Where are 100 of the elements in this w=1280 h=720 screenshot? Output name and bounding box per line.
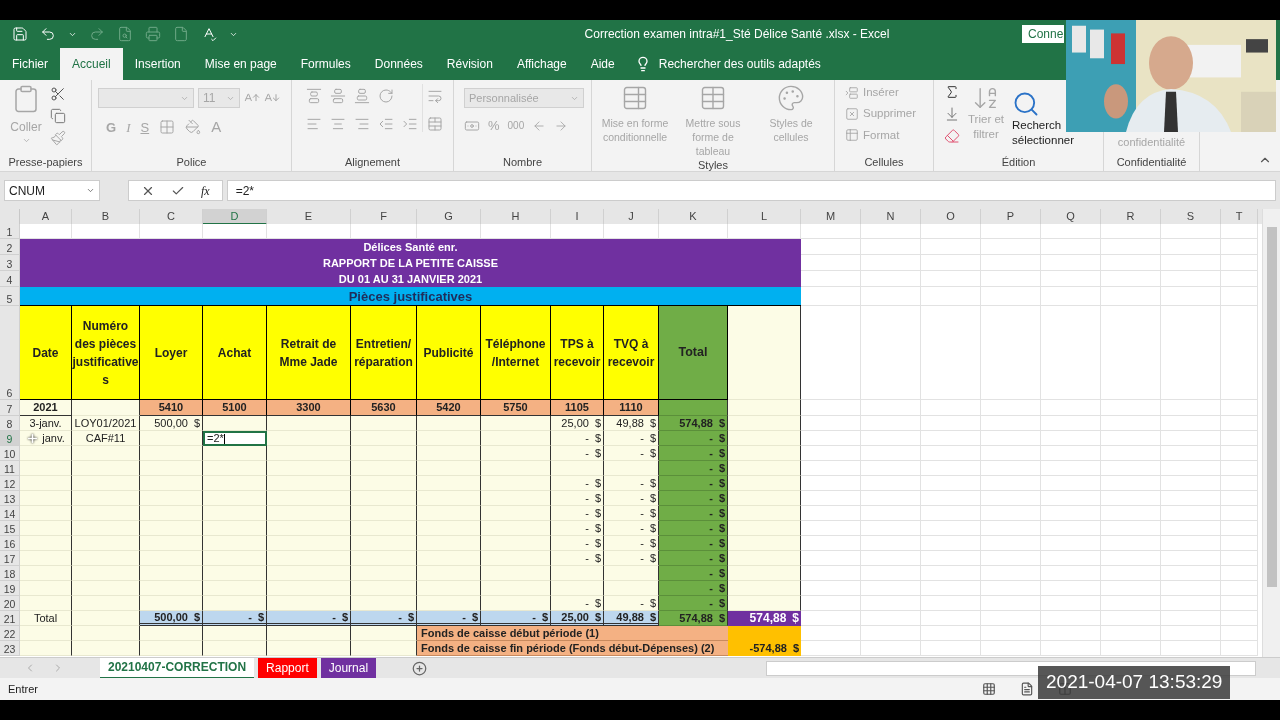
row-number[interactable]: 14: [0, 506, 20, 521]
row-number[interactable]: 13: [0, 491, 20, 506]
ribbon-tab[interactable]: Révision: [434, 48, 505, 80]
increase-decimal-icon[interactable]: [532, 118, 547, 133]
column-heading: Publicité: [417, 306, 481, 400]
spell-check-icon[interactable]: [201, 26, 217, 42]
cut-icon[interactable]: [50, 86, 66, 102]
redo-icon[interactable]: [89, 26, 105, 42]
ribbon-tab[interactable]: Insertion: [122, 48, 193, 80]
row-number[interactable]: 12: [0, 476, 20, 491]
table-cell: [351, 446, 417, 461]
add-sheet-icon[interactable]: [412, 660, 428, 676]
row-number[interactable]: 2: [0, 239, 20, 255]
normal-view-icon[interactable]: [982, 682, 996, 696]
row-number[interactable]: 18: [0, 566, 20, 581]
connect-button[interactable]: Conne: [1022, 25, 1064, 43]
caret-icon: [21, 136, 31, 145]
print-icon[interactable]: [145, 26, 161, 42]
row-number[interactable]: 15: [0, 521, 20, 536]
wrap-text-icon[interactable]: [427, 88, 443, 104]
sheet-tab[interactable]: Journal: [320, 657, 377, 679]
font-name-field[interactable]: [98, 88, 194, 108]
fill-color-icon[interactable]: [185, 119, 202, 136]
fill-icon[interactable]: [944, 106, 960, 122]
amount-cell: - $: [604, 476, 659, 491]
row-number[interactable]: 21: [0, 611, 20, 626]
row-number[interactable]: 17: [0, 551, 20, 566]
new-file-icon[interactable]: [173, 26, 189, 42]
amount-cell: - $: [604, 506, 659, 521]
table-cell: [140, 626, 203, 641]
sum-cell: 49,88 $: [604, 611, 659, 626]
table-cell: [140, 461, 203, 476]
tell-me-field[interactable]: Rechercher des outils adaptés: [658, 55, 821, 73]
table-cell: [417, 476, 481, 491]
column-heading: Numéro des pièces justificatives: [72, 306, 140, 400]
borders-icon[interactable]: [159, 119, 176, 136]
increase-indent-icon[interactable]: [402, 116, 418, 132]
row-number[interactable]: 4: [0, 271, 20, 287]
undo-icon[interactable]: [40, 26, 56, 42]
table-cell: [351, 551, 417, 566]
eraser-icon[interactable]: [944, 128, 960, 144]
find-select-button[interactable]: Recherch sélectionner: [1012, 118, 1074, 148]
print-preview-icon[interactable]: [117, 26, 133, 42]
orientation-icon[interactable]: [378, 88, 394, 104]
align-bottom-icon[interactable]: [354, 88, 370, 104]
table-cell: [203, 446, 267, 461]
decrease-indent-icon[interactable]: [378, 116, 394, 132]
row-number[interactable]: 9: [0, 431, 20, 446]
align-right-icon[interactable]: [354, 116, 370, 132]
page-layout-icon[interactable]: [1020, 682, 1034, 696]
merge-icon[interactable]: [427, 116, 443, 132]
row-number[interactable]: 10: [0, 446, 20, 461]
align-center-icon[interactable]: [330, 116, 346, 132]
sheet-tab[interactable]: 20210407-CORRECTION: [100, 657, 255, 679]
format-painter-icon[interactable]: [50, 130, 66, 146]
row-number[interactable]: 3: [0, 255, 20, 271]
sheet-tab[interactable]: Rapport: [258, 657, 317, 679]
cells-icon: [845, 85, 859, 100]
table-cell: [203, 416, 267, 431]
table-cell: janv.: [20, 431, 72, 446]
row-number[interactable]: 8: [0, 416, 20, 431]
sum-cell: - $: [203, 611, 267, 626]
table-cell: [203, 596, 267, 611]
vertical-scrollbar[interactable]: [1262, 209, 1280, 657]
save-icon[interactable]: [12, 26, 28, 42]
cell-input[interactable]: =2*: [203, 431, 267, 446]
autosum-icon[interactable]: [944, 84, 960, 100]
ribbon-tab[interactable]: Mise en page: [192, 48, 289, 80]
ribbon-tab[interactable]: Fichier: [0, 48, 60, 80]
name-box[interactable]: CNUM: [4, 180, 100, 201]
table-cell: [140, 596, 203, 611]
row-number[interactable]: 22: [0, 626, 20, 641]
align-top-icon[interactable]: [306, 88, 322, 104]
ribbon-tab[interactable]: Aide: [578, 48, 627, 80]
copy-icon[interactable]: [50, 108, 66, 124]
insert-function-button[interactable]: fx: [201, 181, 210, 200]
ribbon-tab[interactable]: Affichage: [504, 48, 579, 80]
amount-cell: - $: [604, 431, 659, 446]
row-number[interactable]: 7: [0, 400, 20, 416]
row-number[interactable]: 5: [0, 287, 20, 306]
row-number[interactable]: 6: [0, 306, 20, 400]
column-header[interactable]: D: [203, 209, 267, 225]
align-left-icon[interactable]: [306, 116, 322, 132]
row-number[interactable]: 1: [0, 224, 20, 239]
column-heading: Retrait de Mme Jade: [267, 306, 351, 400]
formula-field[interactable]: =2*: [226, 180, 1276, 201]
ribbon-tab[interactable]: Accueil: [60, 48, 123, 80]
align-middle-icon[interactable]: [330, 88, 346, 104]
row-number[interactable]: 19: [0, 581, 20, 596]
table-cell: [72, 551, 140, 566]
cells-icon: [845, 106, 859, 121]
ribbon-tab[interactable]: Formules: [288, 48, 363, 80]
row-number[interactable]: 20: [0, 596, 20, 611]
ribbon-tab[interactable]: Données: [362, 48, 435, 80]
decrease-decimal-icon[interactable]: [554, 118, 569, 133]
table-cell: [72, 596, 140, 611]
window-title: Correction examen intra#1_Sté Délice Santé .xlsx - Excel: [583, 26, 891, 43]
row-number[interactable]: 23: [0, 641, 20, 656]
row-number[interactable]: 11: [0, 461, 20, 476]
row-number[interactable]: 16: [0, 536, 20, 551]
